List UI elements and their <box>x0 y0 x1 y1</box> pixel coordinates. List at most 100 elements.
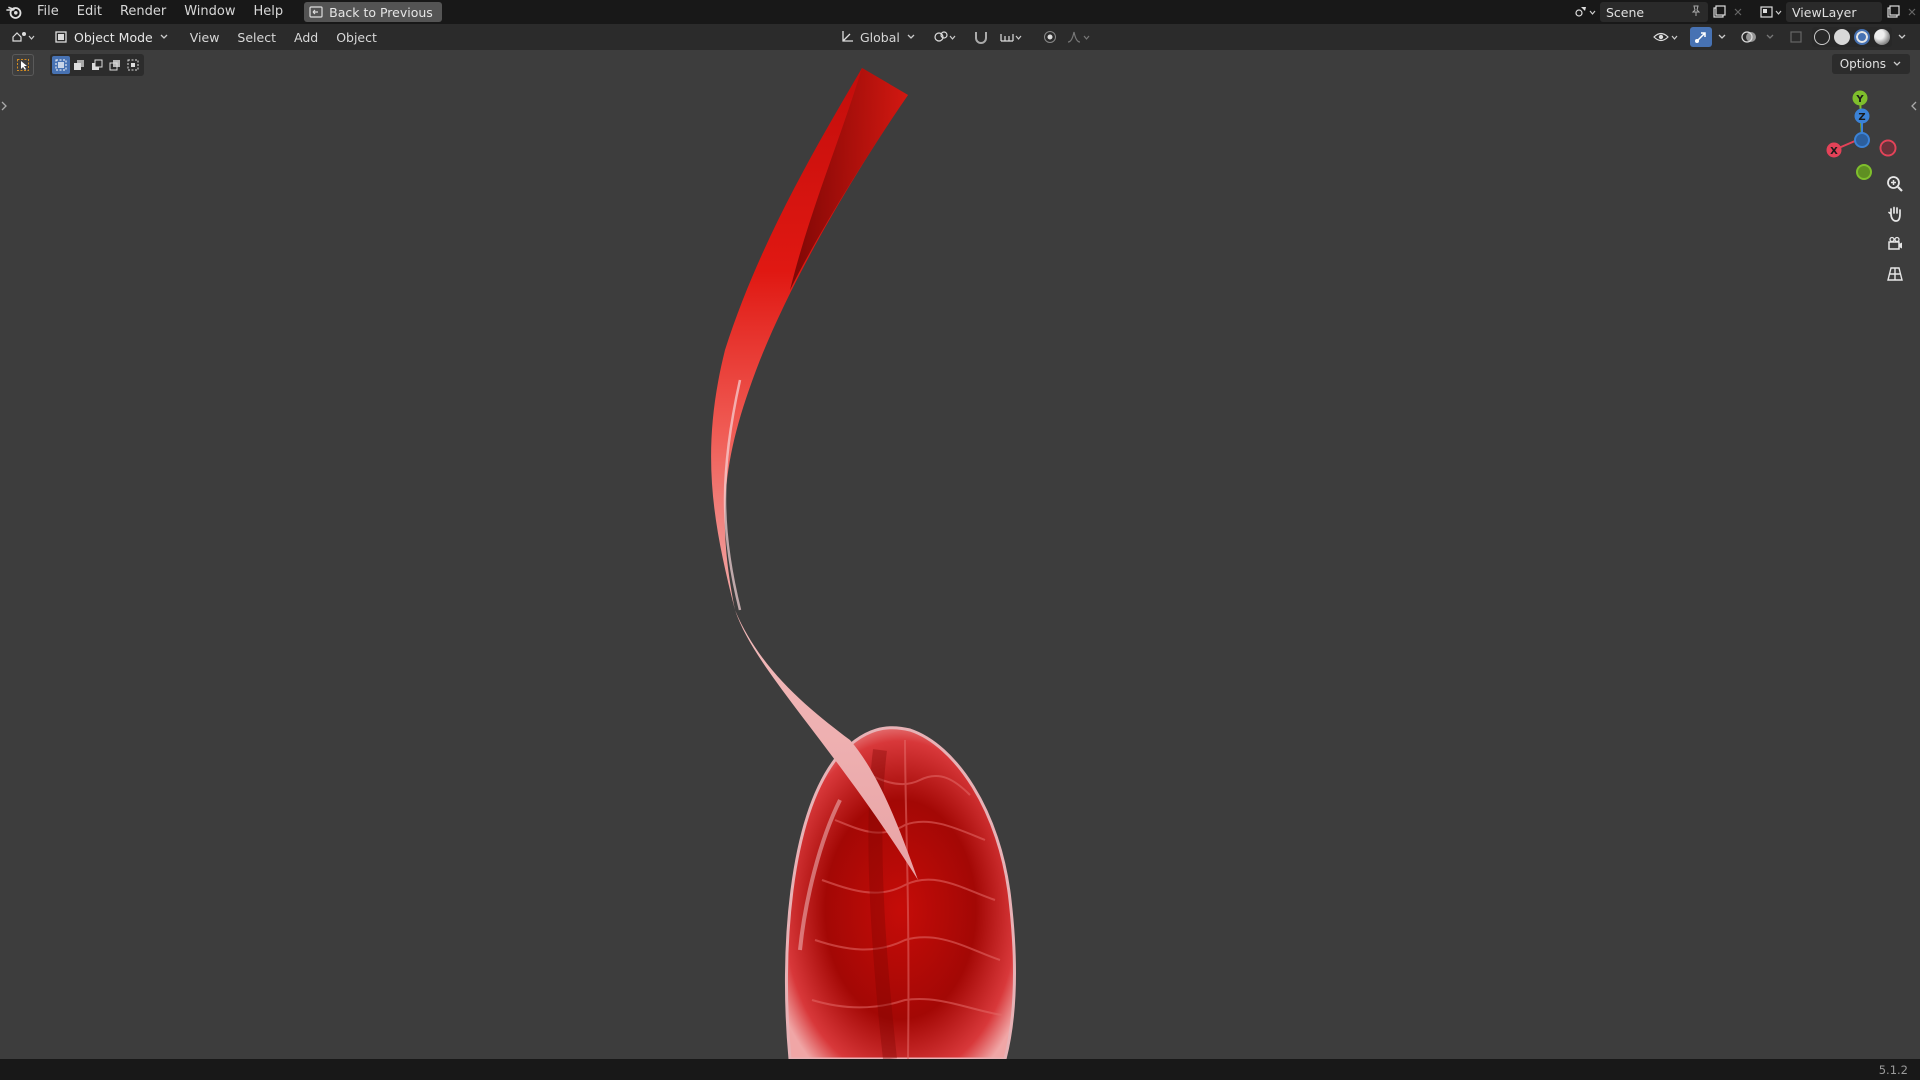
toolbar-expand-arrow-icon[interactable] <box>0 100 10 116</box>
gizmo-z-label: Z <box>1858 112 1865 123</box>
snap-increment-icon <box>1000 34 1022 42</box>
chevron-down-icon <box>1718 34 1726 39</box>
pivot-icon <box>934 31 956 42</box>
3d-viewport[interactable]: Options Y X Z <box>0 50 1920 1059</box>
new-view-layer-icon[interactable] <box>1882 2 1904 22</box>
chevron-down-icon <box>1893 61 1901 66</box>
capsule-body <box>784 726 1017 1059</box>
view-layer-name: ViewLayer <box>1792 4 1857 20</box>
delete-view-layer-icon[interactable] <box>1904 2 1920 22</box>
menu-window[interactable]: Window <box>175 0 244 24</box>
navigation-gizmo[interactable]: Y X Z <box>1814 88 1910 184</box>
zoom-icon[interactable] <box>1882 172 1908 196</box>
proportional-edit-toggle[interactable] <box>1040 27 1060 47</box>
proportional-falloff-dropdown[interactable] <box>1064 27 1096 47</box>
menu-view[interactable]: View <box>181 30 229 45</box>
wireframe-shading-icon[interactable] <box>1814 29 1830 45</box>
scene-name-field[interactable]: Scene <box>1600 2 1708 22</box>
xray-toggle[interactable] <box>1786 27 1806 47</box>
pivot-point-dropdown[interactable] <box>930 27 962 47</box>
camera-view-icon[interactable] <box>1882 232 1908 256</box>
select-new-icon[interactable] <box>52 56 70 74</box>
blender-logo-icon[interactable] <box>0 0 28 24</box>
select-tool-button[interactable] <box>12 54 34 76</box>
chevron-down-icon <box>907 34 915 39</box>
gizmo-icon <box>1695 32 1706 43</box>
gizmo-toggle[interactable] <box>1690 27 1712 47</box>
visibility-dropdown[interactable] <box>1650 27 1684 47</box>
select-invert-icon[interactable] <box>106 56 124 74</box>
gizmo-z-handle[interactable] <box>1854 132 1870 148</box>
select-intersect-icon[interactable] <box>124 56 142 74</box>
selection-mode-group <box>50 54 144 76</box>
menu-render[interactable]: Render <box>111 0 175 24</box>
back-to-previous-label: Back to Previous <box>329 4 433 20</box>
overlays-toggle[interactable] <box>1738 27 1760 47</box>
rendered-shading-icon[interactable] <box>1874 29 1890 45</box>
solid-shading-icon[interactable] <box>1834 29 1850 45</box>
sidebar-expand-arrow-icon[interactable] <box>1910 100 1920 116</box>
object-mode-icon <box>55 31 67 43</box>
view-layer-field[interactable]: ViewLayer <box>1786 2 1882 22</box>
orientation-dropdown[interactable]: Global <box>836 27 920 47</box>
gizmo-neg-x-fill <box>1882 142 1894 154</box>
top-menu-bar: File Edit Render Window Help Back to Pre… <box>0 0 1920 24</box>
topbar-right-group: Scene ViewLayer <box>1570 0 1920 24</box>
shading-mode-group <box>1812 27 1892 47</box>
transform-controls: Global <box>836 24 1096 50</box>
options-label: Options <box>1839 57 1886 71</box>
chevron-down-icon <box>1766 34 1774 39</box>
proportional-edit-icon <box>1043 31 1056 43</box>
gizmo-x-label: X <box>1830 146 1838 157</box>
shading-options-dropdown[interactable] <box>1894 27 1910 47</box>
orientation-label: Global <box>860 29 900 45</box>
scene-selector: Scene <box>1570 0 1746 24</box>
menu-file[interactable]: File <box>28 0 68 24</box>
xray-icon <box>1790 31 1802 43</box>
orthographic-grid-icon[interactable] <box>1882 262 1908 286</box>
menu-object[interactable]: Object <box>327 30 386 45</box>
gizmo-dropdown[interactable] <box>1714 27 1730 47</box>
cursor-arrow-icon <box>17 59 29 71</box>
snap-toggle[interactable] <box>970 27 992 47</box>
falloff-curve-icon <box>1067 31 1090 43</box>
chevron-down-icon <box>1898 34 1906 39</box>
object-mode-label: Object Mode <box>74 29 153 45</box>
object-mode-dropdown[interactable]: Object Mode <box>48 27 175 47</box>
snap-target-dropdown[interactable] <box>996 27 1028 47</box>
menu-help[interactable]: Help <box>245 0 293 24</box>
overlays-dropdown[interactable] <box>1762 27 1778 47</box>
rendered-red-object <box>711 68 1017 1059</box>
pin-icon[interactable] <box>1690 5 1702 20</box>
gizmo-y-label: Y <box>1855 94 1864 105</box>
new-scene-icon[interactable] <box>1708 2 1730 22</box>
pan-hand-icon[interactable] <box>1882 202 1908 226</box>
eye-visibility-icon <box>1653 32 1678 42</box>
select-extend-icon[interactable] <box>70 56 88 74</box>
viewport-header: Object Mode View Select Add Object Globa… <box>0 24 1920 50</box>
select-subtract-icon[interactable] <box>88 56 106 74</box>
view-layer-browse-icon[interactable] <box>1756 2 1786 22</box>
chevron-down-icon <box>160 34 168 39</box>
material-preview-shading-icon[interactable] <box>1854 29 1870 45</box>
menu-edit[interactable]: Edit <box>68 0 111 24</box>
back-to-previous-button[interactable]: Back to Previous <box>304 2 442 22</box>
menu-select[interactable]: Select <box>228 30 285 45</box>
scene-name: Scene <box>1606 4 1645 20</box>
global-axes-icon <box>842 31 853 42</box>
scene-browse-icon[interactable] <box>1570 2 1600 22</box>
gizmo-neg-y-handle[interactable] <box>1856 164 1872 180</box>
delete-scene-icon[interactable] <box>1730 2 1746 22</box>
options-dropdown[interactable]: Options <box>1831 54 1910 74</box>
menu-add[interactable]: Add <box>285 30 327 45</box>
screen-back-icon <box>309 6 323 18</box>
blender-version: 5.1.2 <box>1878 1063 1908 1077</box>
editor-type-icon[interactable] <box>6 27 42 47</box>
viewport-display-controls <box>1650 24 1910 50</box>
overlays-icon <box>1741 31 1756 43</box>
tool-settings-row <box>12 53 144 77</box>
blender-window: File Edit Render Window Help Back to Pre… <box>0 0 1920 1080</box>
magnet-icon <box>974 32 987 44</box>
view-layer-selector: ViewLayer <box>1756 0 1920 24</box>
status-bar: 5.1.2 <box>0 1059 1920 1080</box>
